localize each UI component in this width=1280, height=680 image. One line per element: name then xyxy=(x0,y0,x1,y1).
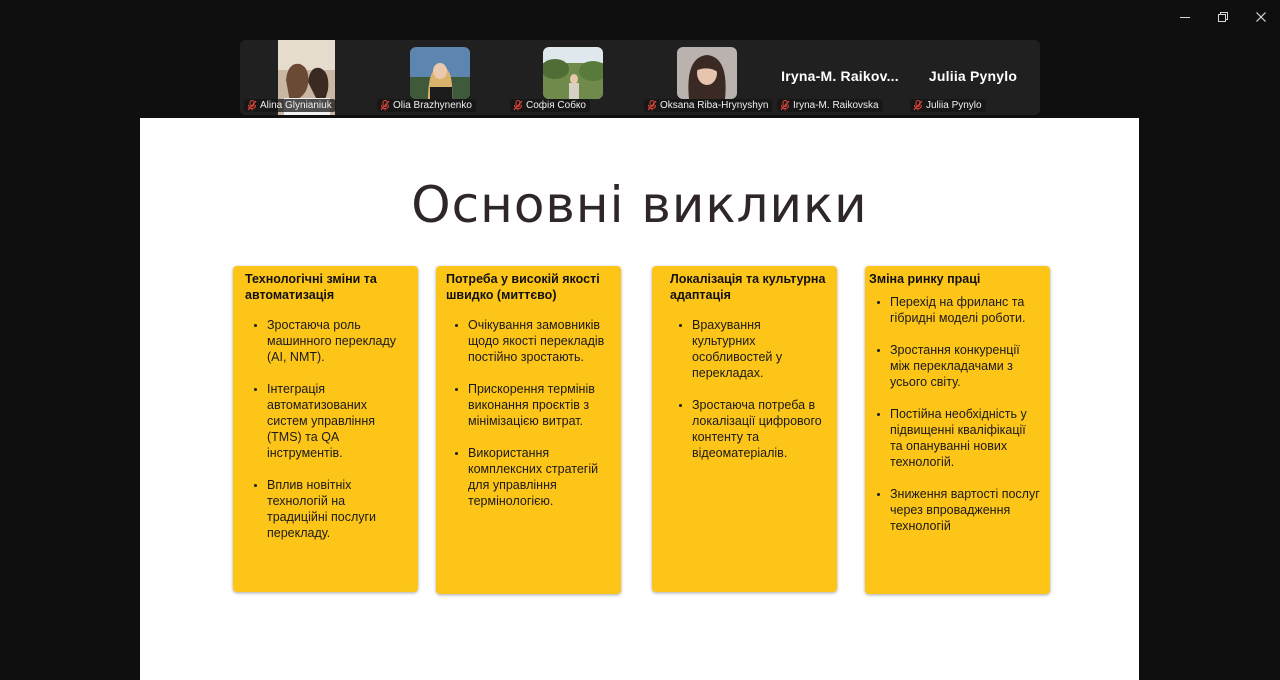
list-item: Зростаюча потреба в локалізації цифровог… xyxy=(692,397,827,461)
list-item: Врахування культурних особливостей у пер… xyxy=(692,317,827,381)
participant-caption: Alina Glynianiuk xyxy=(244,99,336,112)
participant-tile[interactable]: Alina Glynianiuk xyxy=(240,40,374,115)
participant-name: Софія Собко xyxy=(526,100,586,111)
participant-video xyxy=(410,47,470,99)
restore-icon xyxy=(1218,12,1228,22)
shared-slide: Основні виклики Технологічні зміни та ав… xyxy=(140,118,1139,680)
mic-muted-icon xyxy=(647,100,657,111)
participant-display-name: Juliia Pynylo xyxy=(928,68,1018,84)
participant-video xyxy=(543,47,603,99)
close-button[interactable] xyxy=(1242,0,1280,34)
card-bullets: Перехід на фриланс та гібридні моделі ро… xyxy=(869,294,1040,534)
card-bullets: Очікування замовників щодо якості перекл… xyxy=(446,317,611,509)
mic-muted-icon xyxy=(247,100,257,111)
card-bullets: Зростаюча роль машинного перекладу (AI, … xyxy=(245,317,408,541)
participant-name: Oksana Riba-Hrynyshyn xyxy=(660,100,769,111)
restore-button[interactable] xyxy=(1204,0,1242,34)
list-item: Зростання конкуренції між перекладачами … xyxy=(890,342,1040,390)
minimize-icon xyxy=(1180,17,1190,18)
mic-muted-icon xyxy=(780,100,790,111)
card-heading: Зміна ринку праці xyxy=(869,272,981,286)
list-item: Зниження вартості послуг через впровадже… xyxy=(890,486,1040,534)
list-item: Прискорення термінів виконання проєктів … xyxy=(468,381,611,429)
mic-muted-icon xyxy=(380,100,390,111)
participant-video xyxy=(677,47,737,99)
list-item: Перехід на фриланс та гібридні моделі ро… xyxy=(890,294,1040,326)
participant-tile[interactable]: Juliia Pynylo Juliia Pynylo xyxy=(906,40,1040,115)
list-item: Використання комплексних стратегій для у… xyxy=(468,445,611,509)
participant-name: Alina Glynianiuk xyxy=(260,100,332,111)
card-heading: Потреба у високій якості швидко (миттєво… xyxy=(446,272,600,302)
participant-caption: Oksana Riba-Hrynyshyn xyxy=(644,99,773,112)
participant-caption: Juliia Pynylo xyxy=(910,99,986,112)
challenge-card-quality: Потреба у високій якості швидко (миттєво… xyxy=(436,266,621,594)
participant-caption: Iryna-M. Raikovska xyxy=(777,99,883,112)
list-item: Вплив новітніх технологій на традиційні … xyxy=(267,477,408,541)
participant-tile[interactable]: Olia Brazhynenko xyxy=(373,40,507,115)
close-icon xyxy=(1256,12,1266,22)
participant-tile[interactable]: Oksana Riba-Hrynyshyn xyxy=(640,40,774,115)
list-item: Зростаюча роль машинного перекладу (AI, … xyxy=(267,317,408,365)
participant-tile[interactable]: Софія Собко xyxy=(506,40,640,115)
participant-display-name: Iryna-M. Raikov... xyxy=(781,68,899,84)
card-bullets: Врахування культурних особливостей у пер… xyxy=(670,317,827,461)
mic-muted-icon xyxy=(513,100,523,111)
card-heading: Технологічні зміни та автоматизація xyxy=(245,272,377,302)
challenge-card-localization: Локалізація та культурна адаптація Враху… xyxy=(652,266,837,592)
list-item: Постійна необхідність у підвищенні квалі… xyxy=(890,406,1040,470)
card-heading: Локалізація та культурна адаптація xyxy=(670,272,826,302)
challenge-card-technology: Технологічні зміни та автоматизація Зрос… xyxy=(233,266,418,592)
participant-tile[interactable]: Iryna-M. Raikov... Iryna-M. Raikovska xyxy=(773,40,907,115)
minimize-button[interactable] xyxy=(1166,0,1204,34)
window-controls xyxy=(1166,0,1280,34)
slide-title: Основні виклики xyxy=(411,176,868,234)
participants-strip: Alina Glynianiuk Olia Brazhynenko Софія … xyxy=(240,40,1040,115)
participant-caption: Olia Brazhynenko xyxy=(377,99,476,112)
list-item: Інтеграція автоматизованих систем управл… xyxy=(267,381,408,461)
participant-caption: Софія Собко xyxy=(510,99,590,112)
participant-name: Olia Brazhynenko xyxy=(393,100,472,111)
list-item: Очікування замовників щодо якості перекл… xyxy=(468,317,611,365)
challenge-card-labor-market: Зміна ринку праці Перехід на фриланс та … xyxy=(865,266,1050,594)
mic-muted-icon xyxy=(913,100,923,111)
participant-name: Iryna-M. Raikovska xyxy=(793,100,879,111)
participant-name: Juliia Pynylo xyxy=(926,100,982,111)
